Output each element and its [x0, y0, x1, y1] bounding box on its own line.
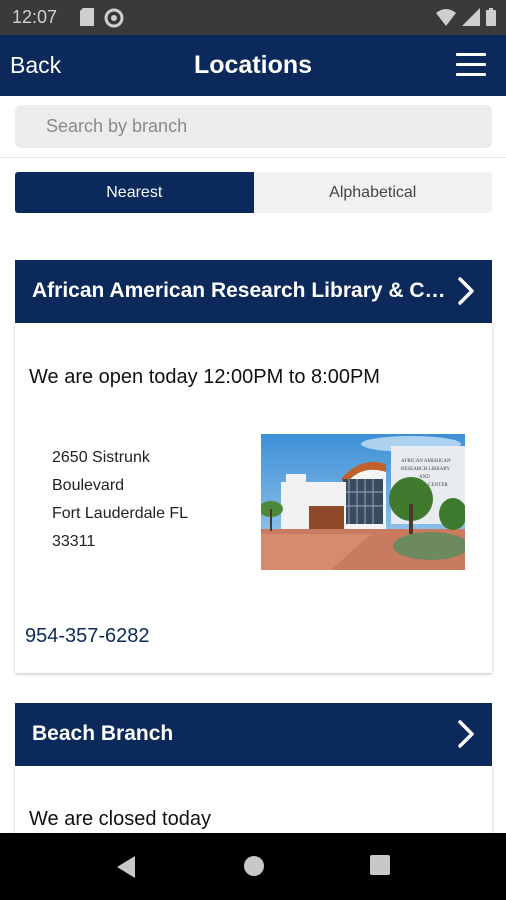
- location-name: African American Research Library & Cult…: [32, 279, 452, 302]
- status-time: 12:07: [12, 7, 58, 27]
- hamburger-menu-icon[interactable]: [456, 53, 486, 77]
- location-header-beach[interactable]: Beach Branch: [15, 703, 492, 766]
- location-hours: We are open today 12:00PM to 8:00PM: [29, 366, 380, 388]
- location-card-aarl: We are open today 12:00PM to 8:00PM 2650…: [15, 323, 492, 673]
- location-header-aarl[interactable]: African American Research Library & Cult…: [15, 260, 492, 323]
- search-input[interactable]: [15, 105, 492, 148]
- chevron-right-icon: [458, 720, 474, 748]
- recents-square-icon[interactable]: [370, 855, 390, 875]
- wifi-icon: [436, 9, 456, 26]
- sd-card-icon: [80, 8, 94, 26]
- tab-nearest[interactable]: Nearest: [15, 172, 254, 213]
- svg-text:AFRICAN AMERICAN: AFRICAN AMERICAN: [401, 459, 451, 464]
- app-bar: Back Locations: [0, 35, 506, 96]
- location-name: Beach Branch: [32, 722, 174, 745]
- status-bar: 12:07: [0, 0, 506, 35]
- location-hours: We are closed today: [29, 808, 211, 830]
- location-phone-link[interactable]: 954-357-6282: [25, 625, 150, 648]
- battery-icon: [486, 8, 496, 26]
- back-triangle-icon[interactable]: [115, 855, 137, 879]
- sort-toggle: Nearest Alphabetical: [15, 172, 492, 213]
- home-circle-icon[interactable]: [243, 855, 265, 877]
- svg-text:RESEARCH LIBRARY: RESEARCH LIBRARY: [401, 467, 450, 472]
- page-title: Locations: [193, 51, 313, 79]
- location-address: 2650 Sistrunk Boulevard Fort Lauderdale …: [52, 449, 189, 550]
- sync-icon: [104, 8, 124, 28]
- tab-alphabetical[interactable]: Alphabetical: [253, 172, 492, 213]
- chevron-right-icon: [458, 277, 474, 305]
- back-button[interactable]: Back: [10, 52, 61, 79]
- search-container: [0, 96, 506, 158]
- system-nav-bar: [0, 833, 506, 900]
- location-photo[interactable]: AFRICAN AMERICAN RESEARCH LIBRARY AND CU…: [261, 434, 465, 570]
- signal-icon: [462, 8, 480, 26]
